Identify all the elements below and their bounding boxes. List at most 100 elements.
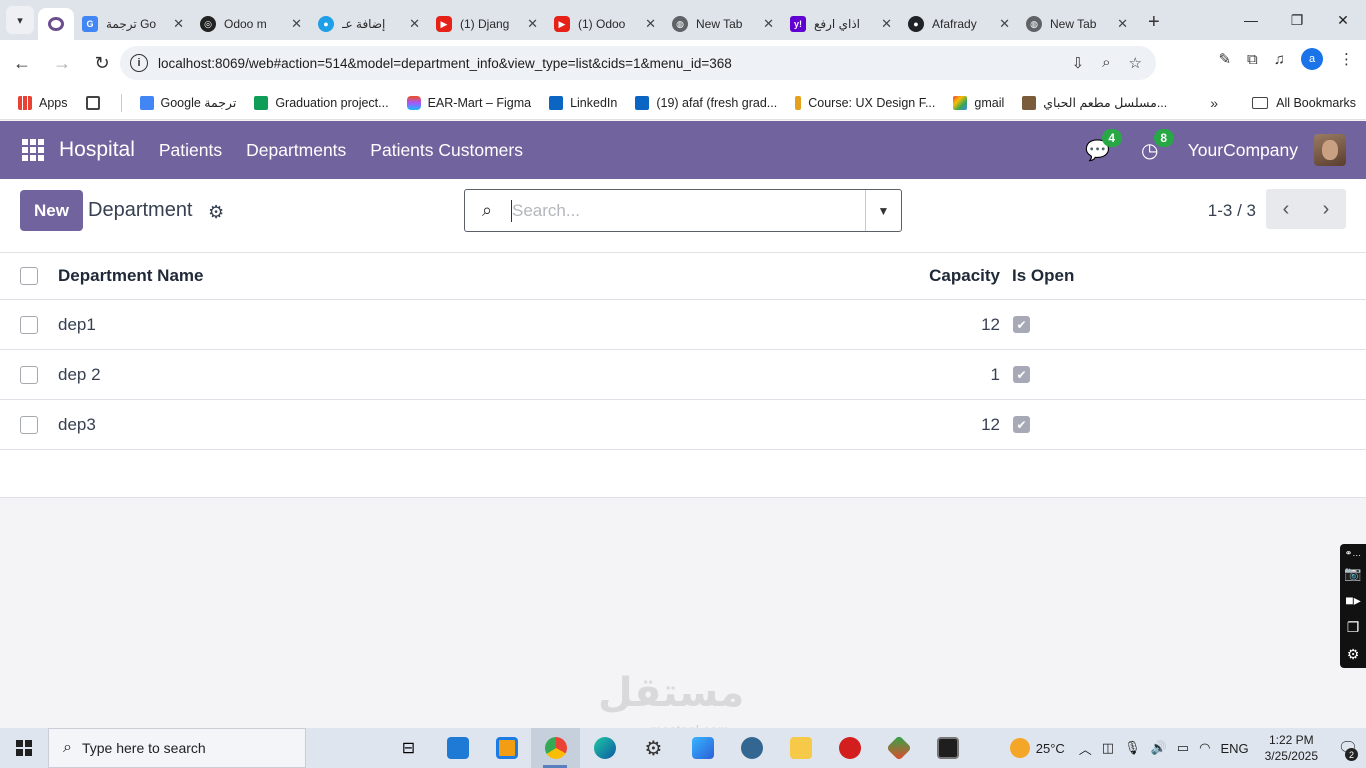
more-bookmarks-chevron-icon[interactable]: » (1210, 95, 1218, 111)
close-tab-icon[interactable]: ✕ (1117, 16, 1128, 32)
new-tab-plus-icon[interactable]: + (1148, 11, 1160, 34)
close-tab-icon[interactable]: ✕ (291, 16, 302, 32)
bookmark-item[interactable]: (19) afaf (fresh grad... (635, 95, 777, 110)
close-window-icon[interactable]: ✕ (1320, 0, 1366, 40)
search-input[interactable] (511, 199, 865, 222)
column-header-is-open[interactable]: Is Open (1012, 266, 1074, 286)
browser-tab[interactable]: ◎ Odoo m ✕ (192, 8, 310, 40)
messages-button[interactable]: 💬 4 (1084, 129, 1122, 164)
is-open-checkbox-checked[interactable]: ✔ (1013, 416, 1030, 433)
close-tab-icon[interactable]: ✕ (763, 16, 774, 32)
settings-gear-icon[interactable]: ⚙ (1347, 641, 1360, 668)
close-tab-icon[interactable]: ✕ (173, 16, 184, 32)
task-view-icon[interactable]: ⊟ (384, 728, 433, 768)
chevron-up-icon[interactable]: ︿ (1079, 739, 1092, 758)
capacity-cell[interactable]: 12 (981, 415, 1000, 435)
browser-tab-active[interactable] (38, 8, 74, 40)
terminal-icon[interactable] (923, 728, 972, 768)
new-button[interactable]: New (20, 190, 83, 231)
row-checkbox[interactable] (20, 315, 38, 334)
install-app-icon[interactable]: ⇩ (1072, 54, 1085, 72)
camera-privacy-icon[interactable]: ◫ (1102, 740, 1114, 756)
user-avatar[interactable] (1314, 134, 1346, 166)
browser-tab[interactable]: ◍ New Tab ✕ (1018, 8, 1136, 40)
extensions-puzzle-icon[interactable]: ⧉ (1247, 51, 1258, 68)
menu-departments[interactable]: Departments (246, 140, 346, 161)
back-arrow-icon[interactable]: ← (4, 45, 40, 81)
close-tab-icon[interactable]: ✕ (527, 16, 538, 32)
minimize-icon[interactable]: — (1228, 0, 1274, 40)
row-checkbox[interactable] (20, 365, 38, 384)
bookmark-item[interactable]: Graduation project... (254, 95, 389, 110)
notification-center-button[interactable]: 🗨 2 (1330, 738, 1366, 761)
git-icon[interactable] (874, 728, 923, 768)
bookmark-item[interactable]: EAR-Mart – Figma (406, 95, 531, 110)
close-tab-icon[interactable]: ✕ (645, 16, 656, 32)
company-switcher[interactable]: YourCompany (1188, 140, 1298, 161)
browser-tab[interactable]: ◍ New Tab ✕ (664, 8, 782, 40)
pager-next-button[interactable]: › (1306, 189, 1346, 229)
bookmark-grid[interactable] (85, 95, 107, 110)
department-name-cell[interactable]: dep3 (58, 415, 96, 435)
zoom-icon[interactable]: ⌕ (1102, 54, 1110, 72)
volume-icon[interactable]: 🔊 (1151, 740, 1167, 756)
browser-tab[interactable]: ▶ (1) Odoo ✕ (546, 8, 664, 40)
pager-value[interactable]: 1-3 / 3 (1208, 201, 1256, 221)
edge-icon[interactable] (580, 728, 629, 768)
menu-kebab-icon[interactable]: ⋮ (1339, 50, 1354, 68)
bookmark-item[interactable]: Course: UX Design F... (795, 95, 935, 110)
pen-extension-icon[interactable]: ✎ (1218, 50, 1231, 68)
row-checkbox[interactable] (20, 415, 38, 434)
table-row[interactable]: dep1 12 ✔ (0, 300, 1366, 350)
pager-previous-button[interactable]: ‹ (1266, 189, 1306, 229)
settings-icon[interactable]: ⚙ (629, 728, 678, 768)
pycharm-icon[interactable] (482, 728, 531, 768)
microphone-icon[interactable]: 🎙 (1124, 740, 1141, 756)
taskbar-search-box[interactable]: ⌕ Type here to search (48, 728, 306, 768)
select-all-checkbox[interactable] (20, 267, 38, 285)
recorder-icon[interactable] (825, 728, 874, 768)
bookmark-item[interactable]: gmail (953, 95, 1004, 110)
paint-icon[interactable] (678, 728, 727, 768)
forward-arrow-icon[interactable]: → (44, 45, 80, 81)
wifi-icon[interactable]: ◠ (1199, 740, 1210, 756)
capacity-cell[interactable]: 12 (981, 315, 1000, 335)
file-explorer-icon[interactable] (776, 728, 825, 768)
column-header-capacity[interactable]: Capacity (929, 266, 1000, 286)
browser-tab[interactable]: G ترجمة Go ✕ (74, 8, 192, 40)
close-tab-icon[interactable]: ✕ (881, 16, 892, 32)
link-more-icon[interactable]: ⚭… (1345, 546, 1362, 560)
app-switcher-grid-icon[interactable] (22, 139, 44, 161)
table-row[interactable]: dep 2 1 ✔ (0, 350, 1366, 400)
profile-avatar[interactable]: a (1301, 48, 1323, 70)
department-name-cell[interactable]: dep 2 (58, 365, 101, 385)
bookmark-item[interactable]: مسلسل مطعم الحباي... (1022, 95, 1167, 110)
vscode-icon[interactable] (433, 728, 482, 768)
menu-patients-customers[interactable]: Patients Customers (370, 140, 523, 161)
address-bar[interactable]: i localhost:8069/web#action=514&model=de… (120, 46, 1156, 80)
menu-patients[interactable]: Patients (159, 140, 222, 161)
weather-widget[interactable]: 25°C (1009, 738, 1065, 758)
browser-tab[interactable]: ▶ (1) Djang ✕ (428, 8, 546, 40)
video-camera-icon[interactable]: ■▸ (1345, 587, 1360, 614)
start-button[interactable] (0, 728, 48, 768)
activities-button[interactable]: ◷ 8 (1136, 129, 1174, 164)
is-open-checkbox-checked[interactable]: ✔ (1013, 316, 1030, 333)
table-row[interactable]: dep3 12 ✔ (0, 400, 1366, 450)
battery-icon[interactable]: ▭ (1177, 740, 1189, 756)
window-capture-icon[interactable]: ❐ (1347, 614, 1360, 641)
restore-icon[interactable]: ❐ (1274, 0, 1320, 40)
bookmark-star-icon[interactable]: ☆ (1129, 54, 1142, 72)
browser-tab[interactable]: ● إضافة عـ ✕ (310, 8, 428, 40)
bookmark-apps[interactable]: Apps (18, 95, 68, 110)
close-tab-icon[interactable]: ✕ (409, 16, 420, 32)
clock[interactable]: 1:22 PM 3/25/2025 (1265, 732, 1318, 764)
media-control-icon[interactable]: ♫ (1274, 51, 1285, 68)
reload-icon[interactable]: ↻ (84, 45, 120, 81)
site-info-icon[interactable]: i (130, 54, 148, 72)
all-bookmarks-button[interactable]: All Bookmarks (1252, 96, 1356, 110)
tab-search-button[interactable]: ▾ (6, 6, 34, 34)
browser-tab[interactable]: ● Afafrady ✕ (900, 8, 1018, 40)
chrome-icon[interactable] (531, 728, 580, 768)
browser-tab[interactable]: y! اذاي ارفع ✕ (782, 8, 900, 40)
